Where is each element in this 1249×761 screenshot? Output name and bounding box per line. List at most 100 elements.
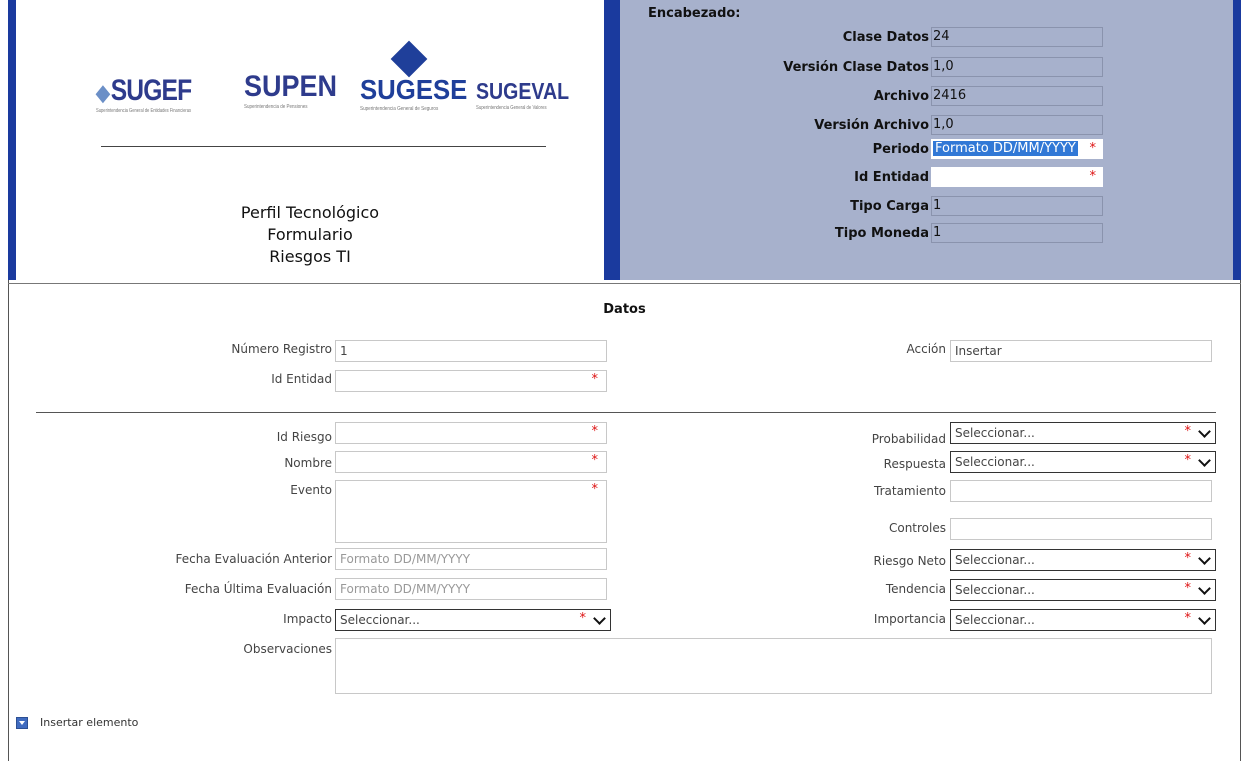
sugef-logo-sub: Superintendencia General de Entidades Fi… bbox=[96, 108, 192, 114]
title-line-2: Formulario bbox=[267, 225, 353, 244]
importancia-label: Importancia bbox=[873, 612, 946, 626]
archivo-row: Archivo 2416 bbox=[874, 85, 1103, 107]
sugese-logo-sub: Superintendencia General de Seguros bbox=[360, 106, 439, 112]
id-riesgo-input[interactable]: * bbox=[335, 422, 607, 444]
archivo-label: Archivo bbox=[873, 88, 929, 104]
impacto-select[interactable]: Seleccionar... * bbox=[335, 609, 611, 631]
impacto-label: Impacto bbox=[283, 612, 332, 626]
id-entidad-input[interactable]: * bbox=[335, 370, 607, 392]
sugef-logo: ◆SUGEF Superintendencia General de Entid… bbox=[96, 74, 192, 114]
fecha-ultima-evaluacion-input[interactable]: Formato DD/MM/YYYY bbox=[335, 578, 607, 600]
version-clase-datos-row: Versión Clase Datos 1,0 bbox=[783, 56, 1103, 78]
periodo-input[interactable]: Formato DD/MM/YYYY * bbox=[931, 139, 1103, 159]
required-mark: * bbox=[1184, 453, 1192, 468]
tratamiento-label: Tratamiento bbox=[874, 484, 946, 498]
periodo-row: Periodo Formato DD/MM/YYYY * bbox=[873, 138, 1103, 160]
id-entidad-label: Id Entidad bbox=[271, 372, 332, 386]
title-line-3: Riesgos TI bbox=[269, 247, 351, 266]
riesgo-neto-label: Riesgo Neto bbox=[873, 554, 947, 568]
riesgo-neto-selected-value: Seleccionar... bbox=[955, 553, 1035, 567]
version-clase-datos-label: Versión Clase Datos bbox=[783, 59, 929, 75]
logo-divider bbox=[101, 146, 546, 147]
observaciones-textarea[interactable] bbox=[335, 638, 1212, 694]
sugeval-logo-text: SUGEVAL bbox=[476, 78, 570, 104]
sugeval-logo-sub: Superintendencia General de Valores bbox=[476, 105, 547, 111]
required-mark: * bbox=[1089, 141, 1097, 156]
id-entidad-header-row: Id Entidad * bbox=[854, 166, 1103, 188]
controles-label: Controles bbox=[888, 521, 946, 535]
required-mark: * bbox=[591, 424, 599, 439]
impacto-selected-value: Seleccionar... bbox=[340, 613, 420, 627]
observaciones-label: Observaciones bbox=[243, 642, 332, 656]
probabilidad-label: Probabilidad bbox=[871, 432, 946, 446]
required-mark: * bbox=[591, 372, 599, 387]
required-mark: * bbox=[1184, 611, 1192, 626]
clase-datos-field: 24 bbox=[931, 27, 1103, 47]
respuesta-select[interactable]: Seleccionar... * bbox=[950, 451, 1216, 473]
importancia-selected-value: Seleccionar... bbox=[955, 613, 1035, 627]
required-mark: * bbox=[1089, 169, 1097, 184]
clase-datos-label: Clase Datos bbox=[842, 29, 929, 45]
riesgo-neto-select[interactable]: Seleccionar... * bbox=[950, 549, 1216, 571]
evento-label: Evento bbox=[290, 483, 332, 497]
evento-textarea[interactable]: * bbox=[335, 480, 607, 543]
id-riesgo-label: Id Riesgo bbox=[276, 430, 332, 444]
tendencia-select[interactable]: Seleccionar... * bbox=[950, 579, 1216, 601]
respuesta-label: Respuesta bbox=[883, 457, 946, 471]
controles-input[interactable] bbox=[950, 518, 1212, 540]
clase-datos-row: Clase Datos 24 bbox=[843, 26, 1103, 48]
periodo-selected-text: Formato DD/MM/YYYY bbox=[933, 141, 1078, 156]
version-archivo-label: Versión Archivo bbox=[814, 117, 929, 133]
tipo-carga-label: Tipo Carga bbox=[850, 198, 929, 214]
chevron-down-icon bbox=[1198, 582, 1211, 595]
sugese-logo: SUGESE Superintendencia General de Segur… bbox=[360, 74, 467, 112]
header: ◆SUGEF Superintendencia General de Entid… bbox=[8, 0, 1241, 284]
id-entidad-header-input[interactable]: * bbox=[931, 167, 1103, 187]
accion-value: Insertar bbox=[955, 344, 1002, 358]
section-divider bbox=[36, 412, 1216, 413]
periodo-label: Periodo bbox=[872, 141, 929, 157]
probabilidad-selected-value: Seleccionar... bbox=[955, 426, 1035, 440]
required-mark: * bbox=[1184, 551, 1192, 566]
required-mark: * bbox=[579, 611, 587, 626]
datos-title: Datos bbox=[603, 302, 646, 317]
nombre-input[interactable]: * bbox=[335, 451, 607, 473]
tendencia-selected-value: Seleccionar... bbox=[955, 583, 1035, 597]
expand-down-icon bbox=[16, 716, 28, 729]
sugese-diamond-icon bbox=[390, 40, 428, 78]
encabezado-panel: Encabezado: Clase Datos 24 Versión Clase… bbox=[612, 0, 1241, 280]
tipo-moneda-row: Tipo Moneda 1 bbox=[835, 222, 1103, 244]
importancia-select[interactable]: Seleccionar... * bbox=[950, 609, 1216, 631]
tratamiento-input[interactable] bbox=[950, 480, 1212, 502]
tipo-moneda-field: 1 bbox=[931, 223, 1103, 243]
numero-registro-label: Número Registro bbox=[231, 342, 332, 356]
chevron-down-icon bbox=[1198, 552, 1211, 565]
accion-input[interactable]: Insertar bbox=[950, 340, 1212, 362]
fecha-ultima-evaluacion-placeholder: Formato DD/MM/YYYY bbox=[340, 582, 471, 596]
supen-logo-text: SUPEN bbox=[244, 70, 338, 103]
form-title: Perfil Tecnológico Formulario Riesgos TI bbox=[16, 202, 604, 268]
numero-registro-input[interactable]: 1 bbox=[335, 340, 607, 362]
sugese-logo-text: SUGESE bbox=[360, 74, 468, 105]
nombre-label: Nombre bbox=[284, 456, 332, 470]
probabilidad-select[interactable]: Seleccionar... * bbox=[950, 422, 1216, 444]
logos: ◆SUGEF Superintendencia General de Entid… bbox=[86, 40, 570, 130]
insert-element-link[interactable]: Insertar elemento bbox=[16, 716, 138, 729]
chevron-down-icon bbox=[593, 612, 606, 625]
version-clase-datos-field: 1,0 bbox=[931, 57, 1103, 77]
chevron-down-icon bbox=[1198, 454, 1211, 467]
version-archivo-row: Versión Archivo 1,0 bbox=[814, 114, 1103, 136]
fecha-evaluacion-anterior-input[interactable]: Formato DD/MM/YYYY bbox=[335, 548, 607, 570]
supen-logo-sub: Superintendencia de Pensiones bbox=[244, 104, 308, 110]
fecha-evaluacion-anterior-label: Fecha Evaluación Anterior bbox=[175, 552, 332, 566]
tendencia-label: Tendencia bbox=[885, 582, 946, 596]
tipo-carga-field: 1 bbox=[931, 196, 1103, 216]
required-mark: * bbox=[591, 453, 599, 468]
sugef-logo-text: SUGEF bbox=[110, 74, 192, 107]
insert-element-label: Insertar elemento bbox=[40, 716, 139, 729]
supen-logo: SUPEN Superintendencia de Pensiones bbox=[244, 70, 337, 110]
fecha-ultima-evaluacion-label: Fecha Última Evaluación bbox=[184, 582, 332, 596]
numero-registro-value: 1 bbox=[340, 344, 348, 358]
tipo-carga-row: Tipo Carga 1 bbox=[850, 195, 1103, 217]
archivo-field: 2416 bbox=[931, 86, 1103, 106]
